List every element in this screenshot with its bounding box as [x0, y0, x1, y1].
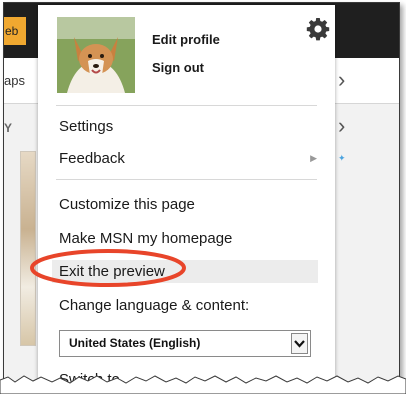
menu-item-customize[interactable]: Customize this page — [52, 193, 318, 216]
sign-out-link[interactable]: Sign out — [152, 60, 204, 75]
highlight-annotation — [30, 249, 186, 287]
left-tab[interactable]: eb — [4, 17, 26, 45]
sparkle-icon: ✦ — [338, 153, 346, 163]
chevron-right-icon[interactable]: › — [338, 69, 345, 91]
language-select-value: United States (English) — [69, 336, 201, 350]
section-heading-partial: Y — [4, 121, 13, 135]
edit-profile-link[interactable]: Edit profile — [152, 32, 220, 47]
menu-item-settings[interactable]: Settings — [52, 115, 318, 138]
chevron-down-icon[interactable] — [291, 333, 308, 354]
caret-right-icon: ▶ — [310, 153, 317, 163]
divider — [56, 179, 317, 180]
menu-item-label: Settings — [59, 118, 114, 135]
menu-item-feedback[interactable]: Feedback ▶ — [52, 147, 318, 170]
screenshot-frame: eb aps › Y › ✦ Edit profile Sign out Set… — [3, 2, 400, 385]
chevron-right-icon[interactable]: › — [338, 115, 345, 137]
nav-link-partial[interactable]: aps — [4, 73, 25, 88]
avatar[interactable] — [57, 17, 135, 93]
divider — [56, 105, 317, 106]
gear-icon[interactable] — [306, 17, 330, 41]
language-select[interactable]: United States (English) — [59, 330, 311, 357]
torn-edge — [0, 375, 406, 394]
language-label: Change language & content: — [59, 297, 250, 314]
menu-item-label: Customize this page — [59, 196, 195, 213]
menu-item-label: Make MSN my homepage — [59, 230, 233, 247]
menu-item-label: Feedback — [59, 150, 125, 167]
profile-dropdown-menu: Edit profile Sign out Settings Feedback … — [38, 5, 335, 384]
